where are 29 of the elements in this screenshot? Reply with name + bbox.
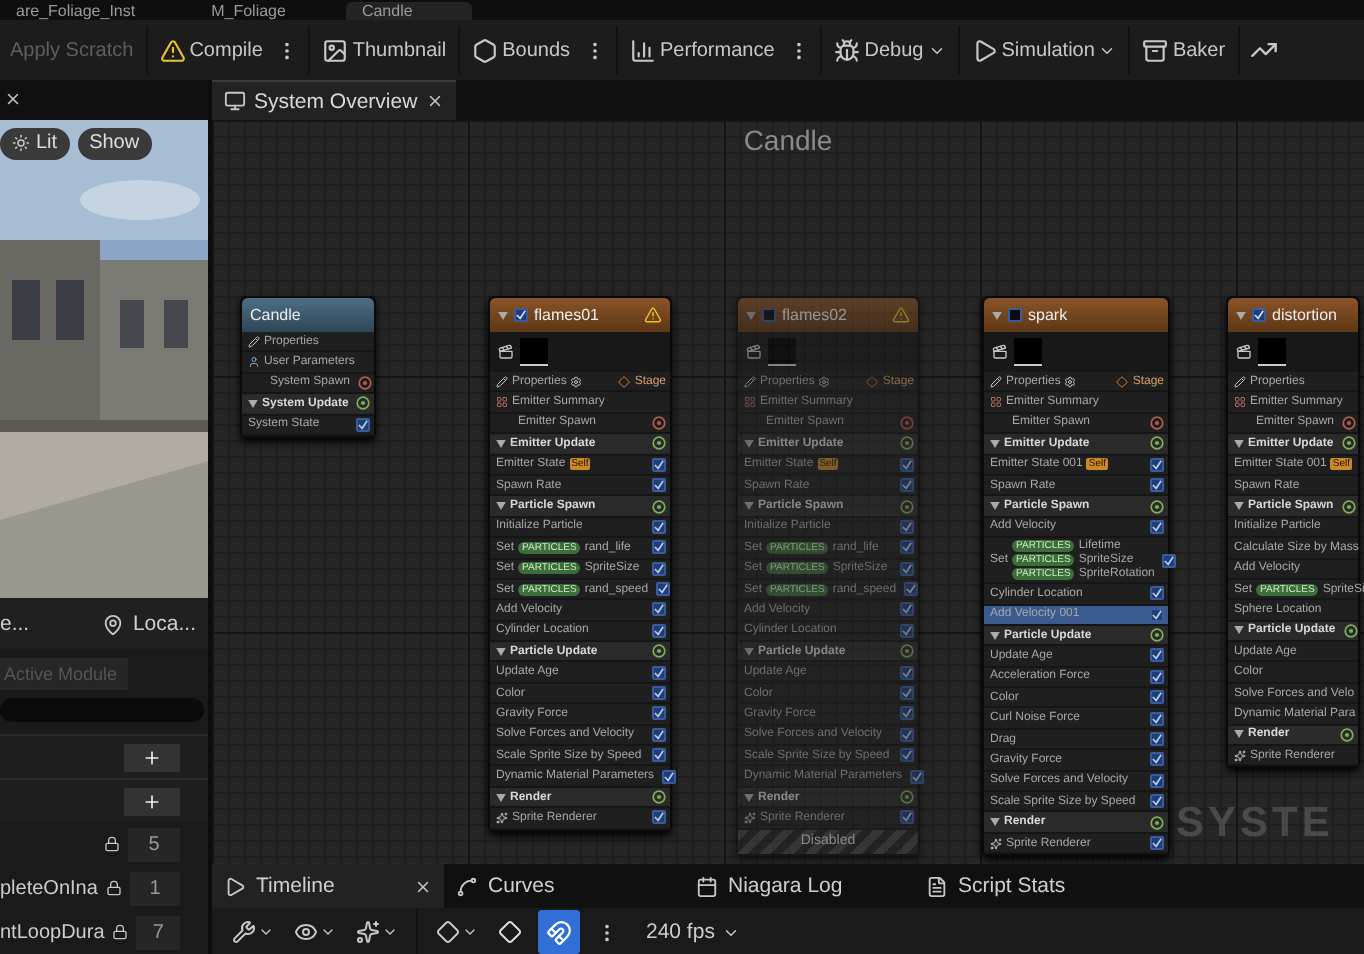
parameter-name: ntLoopDura xyxy=(0,921,105,944)
emitter-name: spark xyxy=(1028,306,1068,324)
emitter-name: distortion xyxy=(1272,306,1337,324)
toolbar-button[interactable]: Thumbnail xyxy=(316,26,453,74)
system-overview-tab[interactable]: System Overview xyxy=(212,80,456,120)
panel-tab[interactable]: Script Stats xyxy=(914,864,1154,908)
parameter-value: 5 xyxy=(128,827,180,862)
panel-tab[interactable]: Loca... xyxy=(102,612,196,637)
toolbar-button[interactable]: Simulation xyxy=(965,26,1123,74)
toolbar-button[interactable]: Debug xyxy=(828,26,952,74)
document-tab[interactable]: M_Foliage xyxy=(195,2,346,20)
toolbar-button[interactable]: Baker xyxy=(1136,26,1232,74)
panel-tab[interactable]: Niagara Log xyxy=(684,864,914,908)
graph-title: Candle xyxy=(741,124,835,156)
fps-dropdown[interactable]: 240 fps xyxy=(634,918,753,946)
panel-tab[interactable]: e... xyxy=(0,612,30,637)
toolbar-button[interactable]: Compile xyxy=(153,26,269,74)
document-tab[interactable]: Candle xyxy=(345,2,473,20)
panel-tab[interactable]: Curves xyxy=(444,864,684,908)
document-tab[interactable]: are_Foliage_Inst xyxy=(0,2,196,20)
panel-tab[interactable]: Timeline xyxy=(212,864,444,908)
emitter-name: flames02 xyxy=(782,306,847,324)
toolbar-button[interactable]: Bounds xyxy=(466,26,577,74)
emitter-name: flames01 xyxy=(534,306,599,324)
parameter-value: 1 xyxy=(129,871,180,906)
node-header: Candle xyxy=(242,298,374,332)
parameter-value: 7 xyxy=(136,915,180,950)
parameter-name: pleteOnIna xyxy=(0,877,98,900)
toolbar-button[interactable]: Performance xyxy=(624,26,781,74)
